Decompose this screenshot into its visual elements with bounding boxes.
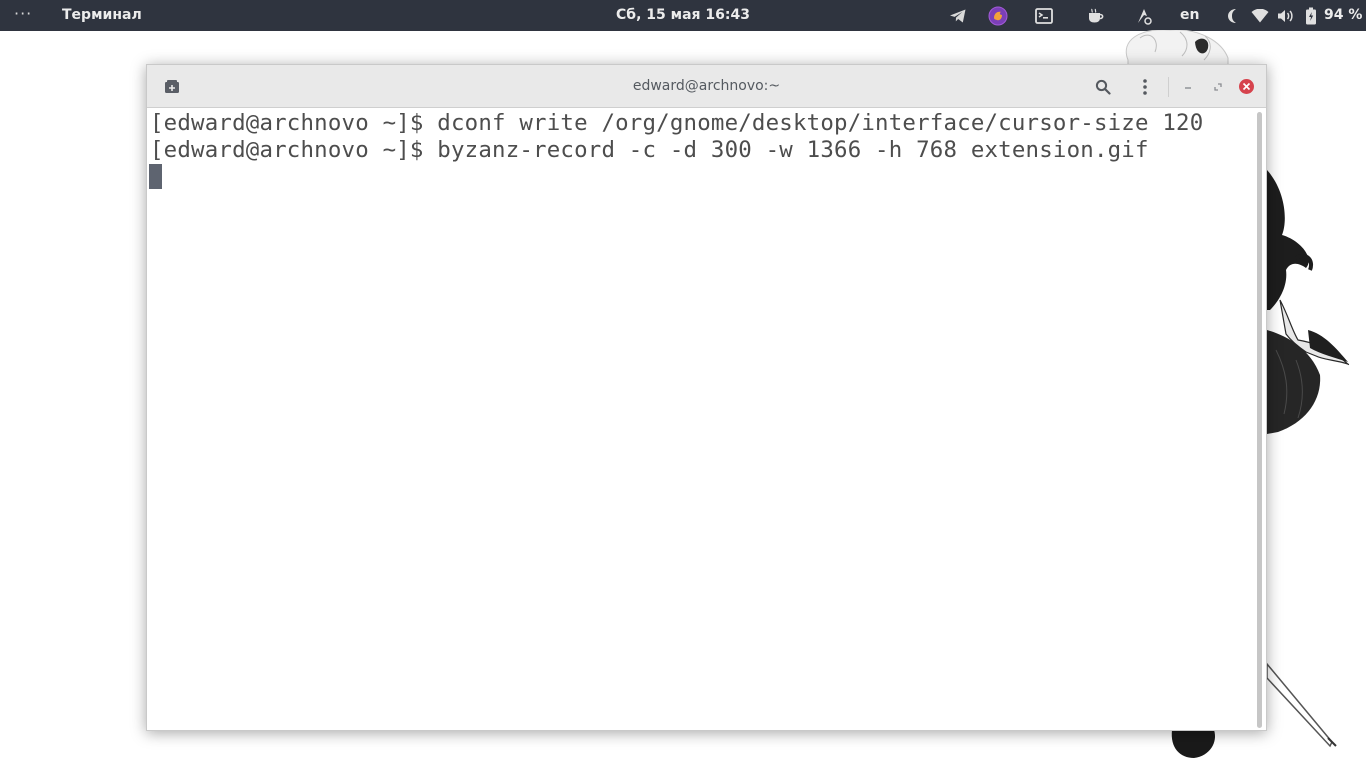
accessibility-icon[interactable] bbox=[1134, 5, 1154, 26]
top-bar: ··· Терминал Сб, 15 мая 16:43 en 94 % bbox=[0, 0, 1366, 31]
terminal-line: [edward@archnovo ~]$ byzanz-record -c -d… bbox=[150, 137, 1149, 163]
activities-dots-icon[interactable]: ··· bbox=[14, 4, 32, 23]
titlebar-separator bbox=[1168, 77, 1169, 97]
telegram-icon[interactable] bbox=[948, 5, 968, 26]
menu-icon[interactable] bbox=[1134, 76, 1156, 98]
coffee-icon[interactable] bbox=[1086, 5, 1106, 26]
keyboard-layout-indicator[interactable]: en bbox=[1180, 7, 1199, 23]
text-cursor bbox=[149, 164, 162, 189]
terminal-output[interactable]: [edward@archnovo ~]$ dconf write /org/gn… bbox=[147, 108, 1255, 730]
wifi-icon[interactable] bbox=[1250, 5, 1270, 26]
app-menu-label[interactable]: Терминал bbox=[62, 7, 142, 23]
volume-icon[interactable] bbox=[1276, 5, 1296, 26]
window-titlebar[interactable]: edward@archnovo:~ bbox=[147, 65, 1266, 108]
firefox-icon[interactable] bbox=[987, 5, 1009, 26]
minimize-icon[interactable] bbox=[1177, 76, 1199, 98]
new-tab-icon[interactable] bbox=[161, 76, 183, 98]
terminal-window: edward@archnovo:~ [edward@archnovo ~]$ d… bbox=[146, 64, 1267, 731]
close-icon[interactable] bbox=[1239, 79, 1254, 94]
terminal-indicator-icon[interactable] bbox=[1034, 5, 1054, 26]
battery-percent[interactable]: 94 % bbox=[1324, 7, 1362, 23]
maximize-icon[interactable] bbox=[1207, 76, 1229, 98]
battery-icon[interactable] bbox=[1303, 5, 1319, 26]
moon-icon[interactable] bbox=[1224, 5, 1242, 26]
clock[interactable]: Сб, 15 мая 16:43 bbox=[0, 7, 1366, 23]
terminal-line: [edward@archnovo ~]$ dconf write /org/gn… bbox=[150, 110, 1204, 136]
scrollbar[interactable] bbox=[1257, 112, 1262, 728]
search-icon[interactable] bbox=[1092, 76, 1114, 98]
